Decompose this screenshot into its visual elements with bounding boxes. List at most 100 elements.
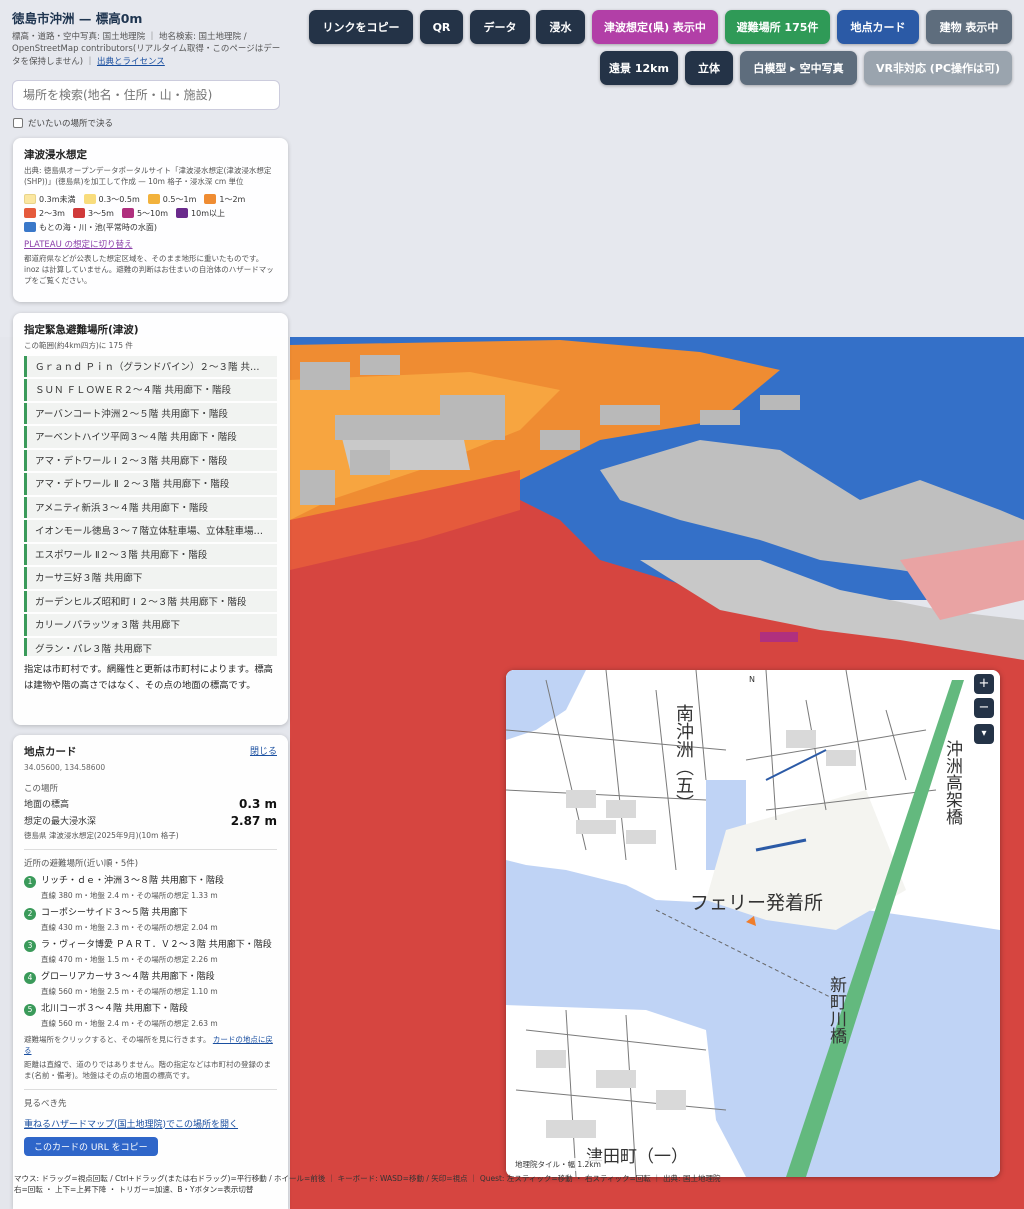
- nearby-shelter-detail: 直線 430 m・地盤 2.3 m・その場所の想定 2.04 m: [41, 922, 218, 932]
- max-depth-value: 2.87 m: [230, 814, 277, 828]
- point-card-button[interactable]: 地点カード: [837, 10, 919, 44]
- divider: [24, 848, 277, 850]
- legend-swatch: [176, 208, 189, 219]
- close-button[interactable]: 閉じる: [250, 744, 277, 757]
- shelter-list-item[interactable]: アーベントハイツ平岡３〜４階 共用廊下・階段: [24, 426, 277, 448]
- shelter-list-item[interactable]: グラン・パレ３階 共用廊下: [24, 637, 277, 656]
- data-button[interactable]: データ: [470, 10, 530, 44]
- copy-link-button[interactable]: リンクをコピー: [309, 10, 413, 44]
- header: 徳島市沖洲 — 標高0m 標高・道路・空中写真: 国土地理院 ｜ 地名検索: 国…: [12, 8, 292, 68]
- distance-button[interactable]: 遠景 12km: [600, 51, 678, 85]
- legend-item: もとの海・川・池(平常時の水面): [24, 222, 157, 233]
- tsunami-source: 出典: 徳島県オープンデータポータルサイト「津波浸水想定(津波浸水想定(SHP)…: [24, 166, 272, 186]
- legend-swatch: [72, 208, 85, 219]
- divider: [24, 1088, 277, 1090]
- legend-swatch: [121, 208, 134, 219]
- ground-elevation-row: 地面の標高 0.3 m: [24, 797, 277, 811]
- nearby-shelter-detail: 直線 560 m・地盤 2.5 m・その場所の想定 1.10 m: [41, 987, 218, 997]
- map-label-shinmachi-bridge: 新町川橋: [826, 976, 846, 1044]
- shelters-note: 指定は市町村です。網羅性と更新は市町村によります。標高は建物や階の高さではなく、…: [24, 663, 273, 692]
- shelters-count: この範囲(約4km四方)に 175 件: [24, 341, 133, 350]
- legend-item: 5〜10m: [121, 208, 168, 219]
- solid-button[interactable]: 立体: [685, 51, 733, 85]
- inset-map[interactable]: 南沖洲（五） フェリー発着所 沖洲高架橋 新町川橋 津田町（一） N + − ▾…: [506, 670, 1000, 1177]
- zoom-in-button[interactable]: +: [974, 674, 994, 694]
- qr-button[interactable]: QR: [420, 10, 463, 44]
- distance-note: 距離は直線で、道のりではありません。階の指定などは市町村の登録のまま(名前・備考…: [24, 1059, 271, 1080]
- shelter-list[interactable]: Ｇｒａｎｄ Ｐｉｎ（グランドパイン）２〜３階 共用廊下・階段 ＳＵＮ ＦＬＯＷＥ…: [24, 355, 277, 656]
- here-label: この場所: [24, 784, 59, 794]
- tsunami-disclaimer: 都道府県などが公表した想定区域を、そのまま地形に重いたものです。inoz は計算…: [24, 253, 274, 285]
- legend-swatch: [83, 194, 96, 205]
- click-hint: 避難場所をクリックすると、その場所を見に行きます。 カードの地点に戻る: [24, 1035, 273, 1055]
- see-also-label: 見るべき先: [24, 1098, 67, 1109]
- nearby-shelter-name[interactable]: 北川コーポ３〜４階 共用廊下・階段: [41, 1003, 188, 1016]
- approx-search-checkbox[interactable]: [13, 118, 23, 128]
- shelter-list-item[interactable]: イオンモール徳島３〜７階立体駐車場、立体駐車場屋上: [24, 520, 277, 542]
- shelter-list-item[interactable]: カリーノパラッツォ３階 共用廊下: [24, 614, 277, 636]
- tsunami-legend-panel: 津波浸水想定 出典: 徳島県オープンデータポータルサイト「津波浸水想定(津波浸水…: [13, 138, 288, 302]
- approx-search-option[interactable]: だいたいの場所で決る: [13, 117, 113, 129]
- shelter-list-item[interactable]: Ｇｒａｎｄ Ｐｉｎ（グランドパイン）２〜３階 共用廊下・階段: [24, 355, 277, 378]
- nearby-shelter[interactable]: 4 グローリアカーサ３〜４階 共用廊下・階段 直線 560 m・地盤 2.5 m・…: [24, 971, 277, 997]
- buildings-toggle-button[interactable]: 建物 表示中: [926, 10, 1012, 44]
- inset-map-canvas: [506, 670, 1000, 1177]
- shelter-list-item[interactable]: ガーデンヒルズ昭和町 Ⅰ ２〜３階 共用廊下・階段: [24, 590, 277, 613]
- flood-button[interactable]: 浸水: [536, 10, 585, 44]
- rank-badge: 1: [24, 875, 36, 888]
- max-depth-source: 徳島県 津波浸水想定(2025年9月)(10m 格子): [24, 831, 179, 840]
- legend-item: 1〜2m: [204, 194, 245, 205]
- white-model-button[interactable]: 白模型 ▸ 空中写真: [740, 51, 857, 85]
- nearby-shelter[interactable]: 2 コーポシーサイド３〜５階 共用廊下 直線 430 m・地盤 2.3 m・その場…: [24, 907, 277, 933]
- point-card-title: 地点カード: [24, 746, 77, 758]
- shelter-list-item[interactable]: ＳＵＮ ＦＬＯＷＥＲ２〜４階 共用廊下・階段: [24, 379, 277, 401]
- nearby-shelter[interactable]: 1 リッチ・ｄｅ・沖洲３〜８階 共用廊下・階段 直線 380 m・地盤 2.4 m…: [24, 875, 277, 901]
- rank-badge: 4: [24, 972, 36, 985]
- shelters-panel-title: 指定緊急避難場所(津波): [24, 324, 139, 336]
- vr-button[interactable]: VR非対応 (PC操作は可): [864, 51, 1012, 85]
- rank-badge: 2: [24, 907, 36, 920]
- map-scale: 地理院タイル・幅 1.2km: [512, 1158, 604, 1171]
- plateau-switch-link[interactable]: PLATEAU の想定に切り替え: [24, 238, 277, 250]
- point-card: 地点カード 閉じる 34.05600, 134.58600 この場所 地面の標高…: [13, 735, 288, 1209]
- shelter-list-item[interactable]: アーバンコート沖洲２〜５階 共用廊下・階段: [24, 402, 277, 425]
- nearby-shelter-detail: 直線 470 m・地盤 1.5 m・その場所の想定 2.26 m: [41, 955, 218, 965]
- legend-swatch: [24, 208, 36, 219]
- legend-item: 0.3〜0.5m: [83, 194, 140, 205]
- nearby-shelter-name[interactable]: リッチ・ｄｅ・沖洲３〜８階 共用廊下・階段: [41, 875, 224, 888]
- shelter-list-item[interactable]: エスポワール Ⅱ２〜３階 共用廊下・階段: [24, 543, 277, 566]
- approx-search-label: だいたいの場所で決る: [28, 119, 114, 129]
- legend-item: 0.3m未満: [24, 194, 76, 205]
- shelters-toggle-button[interactable]: 避難場所 175件: [725, 10, 830, 44]
- zoom-out-button[interactable]: −: [974, 698, 994, 718]
- compass-icon[interactable]: ▾: [974, 724, 994, 744]
- nearby-shelter-name[interactable]: ラ・ヴィータ博愛 ＰＡＲＴ．Ｖ２〜３階 共用廊下・階段: [41, 939, 272, 952]
- copy-url-button[interactable]: このカードの URL をコピー: [24, 1136, 158, 1156]
- north-arrow: N: [749, 675, 755, 684]
- legend-swatch: [147, 194, 160, 205]
- ground-elevation-value: 0.3 m: [239, 797, 277, 811]
- nearby-shelter[interactable]: 3 ラ・ヴィータ博愛 ＰＡＲＴ．Ｖ２〜３階 共用廊下・階段 直線 470 m・地盤…: [24, 939, 277, 965]
- nearby-shelter[interactable]: 5 北川コーポ３〜４階 共用廊下・階段 直線 560 m・地盤 2.4 m・その場…: [24, 1003, 277, 1029]
- shelter-list-item[interactable]: アマ・デトワール Ⅱ ２〜３階 共用廊下・階段: [24, 473, 277, 495]
- nearby-shelter-detail: 直線 560 m・地盤 2.4 m・その場所の想定 2.63 m: [41, 1019, 218, 1029]
- legend-item: 10m以上: [176, 208, 225, 219]
- legend-swatch: [24, 222, 36, 233]
- legend-item: 2〜3m: [24, 208, 65, 219]
- search-input[interactable]: [12, 80, 280, 110]
- shelter-list-item[interactable]: アメニティ新浜３〜４階 共用廊下・階段: [24, 496, 277, 519]
- nearby-title: 近所の避難場所(近い順・5件): [24, 858, 139, 869]
- map-label-minami-okinosu: 南沖洲（五）: [673, 704, 694, 812]
- tsunami-panel-title: 津波浸水想定: [24, 149, 87, 161]
- rank-badge: 3: [24, 939, 36, 952]
- shelter-list-item[interactable]: アマ・デトワール Ⅰ ２〜３階 共用廊下・階段: [24, 449, 277, 472]
- tsunami-toggle-button[interactable]: 津波想定(県) 表示中: [592, 10, 718, 44]
- legend-item: 0.5〜1m: [147, 194, 196, 205]
- shelter-list-item[interactable]: カーサ三好３階 共用廊下: [24, 567, 277, 589]
- legend-swatch: [204, 194, 217, 205]
- nearby-shelter-name[interactable]: コーポシーサイド３〜５階 共用廊下: [41, 907, 188, 920]
- nearby-shelter-name[interactable]: グローリアカーサ３〜４階 共用廊下・階段: [41, 971, 215, 984]
- legend-item: 3〜5m: [72, 208, 114, 219]
- hazard-map-link[interactable]: 重ねるハザードマップ(国土地理院)でこの場所を開く: [24, 1120, 238, 1130]
- license-link[interactable]: 出典とライセンス: [97, 57, 165, 67]
